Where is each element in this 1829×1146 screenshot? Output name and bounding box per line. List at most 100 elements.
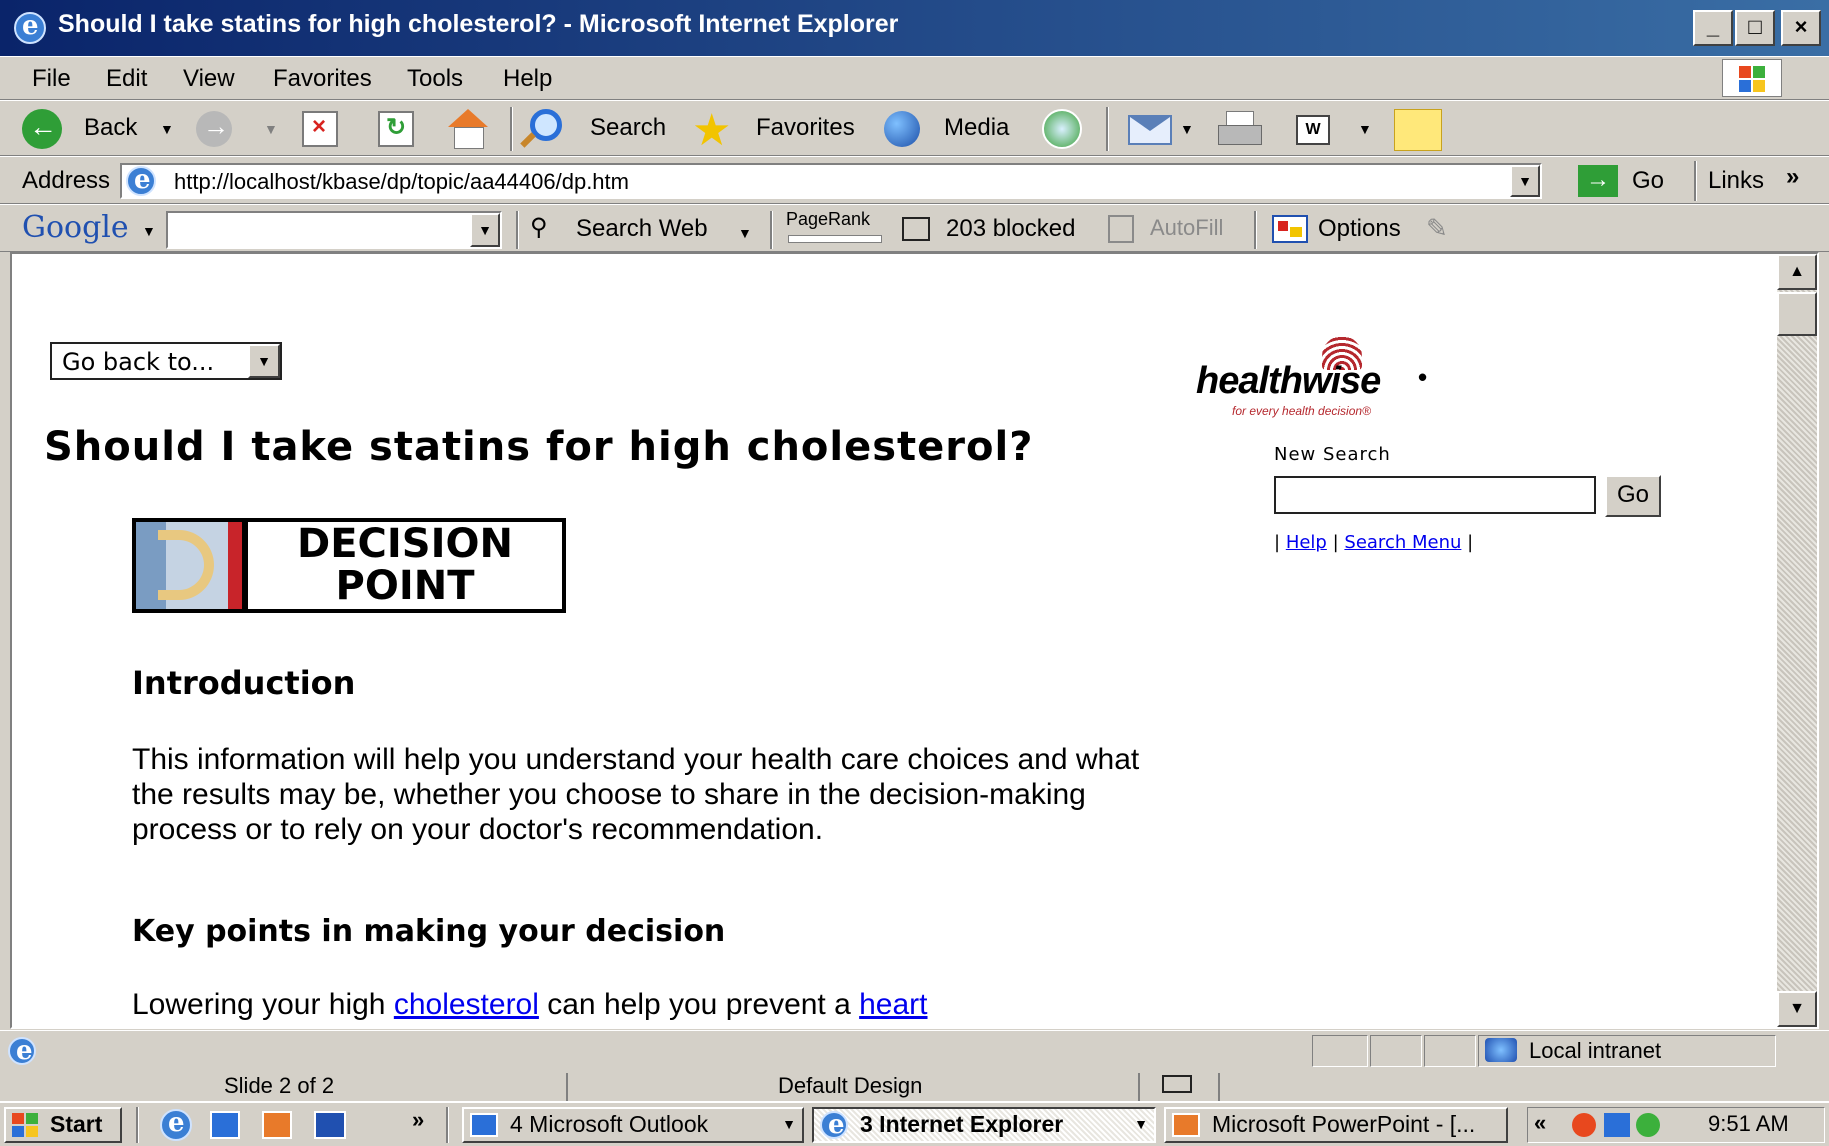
menu-tools[interactable]: Tools (407, 65, 463, 93)
refresh-icon[interactable]: ↻ (378, 111, 414, 147)
close-button[interactable]: × (1781, 10, 1821, 46)
scroll-up-icon[interactable]: ▲ (1777, 254, 1817, 290)
menu-view[interactable]: View (183, 65, 235, 93)
help-link[interactable]: Help (1286, 532, 1327, 553)
go-back-select[interactable]: Go back to... ▼ (50, 342, 282, 380)
print-icon[interactable] (1218, 111, 1262, 149)
spellcheck-icon (1162, 1075, 1192, 1093)
quicklaunch-ie-icon[interactable] (160, 1108, 192, 1141)
windows-logo (1722, 59, 1782, 97)
dp-logo-line1: DECISION (297, 521, 513, 567)
quicklaunch-word-icon[interactable] (314, 1111, 346, 1139)
healthwise-wordmark: healthwise (1196, 360, 1381, 402)
favorites-icon[interactable]: ★ (692, 105, 731, 156)
ie-task-icon (820, 1110, 848, 1141)
back-button[interactable]: Back (84, 114, 137, 142)
media-icon[interactable] (884, 111, 920, 147)
taskbar-outlook-button[interactable]: 4 Microsoft Outlook ▼ (462, 1107, 804, 1143)
tray-network-icon[interactable] (1572, 1113, 1596, 1137)
new-search-input[interactable] (1274, 476, 1596, 514)
google-toolbar: Google ▼ ▼ ⚲ Search Web ▼ PageRank 203 b… (0, 204, 1829, 252)
design-name: Default Design (778, 1073, 923, 1098)
key-points-text: Lowering your high cholesterol can help … (132, 988, 928, 1021)
back-icon[interactable]: ← (22, 109, 62, 149)
binoculars-icon[interactable]: ⚲ (530, 213, 548, 242)
dp-emblem (136, 522, 234, 609)
status-page-icon (8, 1036, 36, 1066)
quicklaunch-outlook-icon[interactable] (210, 1111, 240, 1139)
system-tray: « 9:51 AM (1527, 1107, 1825, 1143)
media-button[interactable]: Media (944, 114, 1009, 142)
address-input[interactable]: http://localhost/kbase/dp/topic/aa44406/… (120, 163, 1542, 199)
outlook-group-dropdown-icon[interactable]: ▼ (782, 1109, 796, 1140)
address-dropdown-icon[interactable]: ▼ (1510, 165, 1540, 197)
forward-icon[interactable]: → (196, 111, 232, 147)
pagerank-label: PageRank (786, 209, 871, 229)
status-bar: Local intranet (0, 1030, 1829, 1071)
scroll-down-icon[interactable]: ▼ (1777, 991, 1817, 1027)
autofill-icon[interactable] (1108, 215, 1134, 243)
new-search-go-button[interactable]: Go (1605, 475, 1661, 517)
healthwise-logo[interactable]: healthwise • for every health decision® (1192, 336, 1462, 434)
page-title: Should I take statins for high cholester… (44, 424, 1034, 470)
standard-toolbar: ← Back ▼ → ▼ × ↻ Search ★ Favorites Medi… (0, 100, 1829, 156)
search-web-button[interactable]: Search Web (576, 215, 708, 243)
clock[interactable]: 9:51 AM (1708, 1111, 1789, 1137)
options-icon[interactable] (1272, 215, 1308, 243)
minimize-button[interactable]: _ (1693, 10, 1733, 46)
cholesterol-link[interactable]: cholesterol (394, 988, 539, 1021)
quicklaunch-more-icon[interactable]: » (412, 1107, 424, 1133)
quicklaunch-powerpoint-icon[interactable] (262, 1111, 292, 1139)
menu-file[interactable]: File (32, 65, 71, 93)
search-button[interactable]: Search (590, 114, 666, 142)
decision-point-logo: DECISION POINT (132, 518, 566, 613)
blocked-count[interactable]: 203 blocked (946, 215, 1075, 243)
mail-dropdown-icon[interactable]: ▼ (1180, 121, 1194, 137)
tray-expand-icon[interactable]: « (1534, 1110, 1546, 1136)
address-go-button[interactable]: Go (1632, 167, 1664, 195)
taskbar-ie-button[interactable]: 3 Internet Explorer ▼ (812, 1107, 1156, 1143)
autofill-button[interactable]: AutoFill (1150, 215, 1223, 241)
new-search-label: New Search (1274, 444, 1391, 465)
forward-dropdown-icon[interactable]: ▼ (264, 121, 278, 137)
ie-group-dropdown-icon[interactable]: ▼ (1134, 1109, 1148, 1140)
go-back-dropdown-icon[interactable]: ▼ (248, 344, 280, 378)
back-dropdown-icon[interactable]: ▼ (160, 121, 174, 137)
home-icon[interactable] (446, 109, 490, 149)
links-button[interactable]: Links (1708, 167, 1764, 195)
menu-favorites[interactable]: Favorites (273, 65, 372, 93)
taskbar-powerpoint-button[interactable]: Microsoft PowerPoint - [... (1164, 1107, 1508, 1143)
google-search-dropdown-icon[interactable]: ▼ (470, 213, 500, 247)
menu-help[interactable]: Help (503, 65, 552, 93)
start-button[interactable]: Start (4, 1107, 122, 1143)
mail-icon[interactable] (1128, 115, 1172, 145)
pencil-icon[interactable]: ✎ (1426, 213, 1448, 244)
google-logo[interactable]: Google (22, 210, 129, 245)
sidebar-links: | Help | Search Menu | (1274, 532, 1474, 553)
options-button[interactable]: Options (1318, 215, 1401, 243)
healthwise-mark: • (1418, 362, 1428, 392)
vertical-scrollbar[interactable]: ▲ ▼ (1777, 254, 1817, 1027)
edit-dropdown-icon[interactable]: ▼ (1358, 121, 1372, 137)
windows-flag-icon (12, 1113, 40, 1137)
stop-icon[interactable]: × (302, 111, 338, 147)
scroll-thumb[interactable] (1777, 292, 1817, 336)
tray-antivirus-icon[interactable] (1636, 1113, 1660, 1137)
history-icon[interactable] (1042, 109, 1082, 149)
favorites-button[interactable]: Favorites (756, 114, 855, 142)
edit-word-icon[interactable]: W (1296, 115, 1330, 145)
go-arrow-icon[interactable]: → (1578, 165, 1618, 197)
intro-heading: Introduction (132, 664, 356, 702)
maximize-button[interactable]: □ (1735, 10, 1775, 46)
menu-edit[interactable]: Edit (106, 65, 147, 93)
heart-link[interactable]: heart (859, 988, 927, 1021)
discuss-icon[interactable] (1394, 109, 1442, 151)
links-more-icon[interactable]: » (1786, 163, 1799, 191)
search-web-dropdown-icon[interactable]: ▼ (738, 225, 752, 241)
google-menu-dropdown-icon[interactable]: ▼ (142, 223, 156, 239)
popup-blocker-icon[interactable] (902, 217, 930, 241)
google-search-input[interactable]: ▼ (166, 211, 502, 249)
title-bar[interactable]: Should I take statins for high cholester… (0, 0, 1829, 56)
search-menu-link[interactable]: Search Menu (1344, 532, 1461, 553)
tray-connection-icon[interactable] (1604, 1113, 1630, 1137)
